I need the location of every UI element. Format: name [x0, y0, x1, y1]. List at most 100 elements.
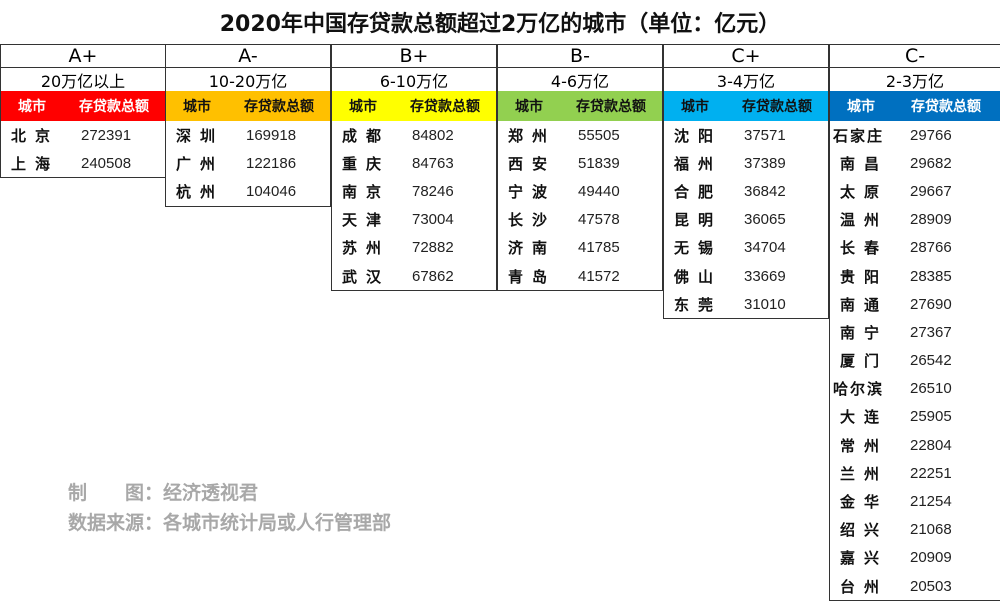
header-city: 城市 — [847, 99, 875, 115]
city-total: 27690 — [910, 295, 952, 313]
table-row: 天津 73004 — [332, 206, 496, 234]
header-total: 存贷款总额 — [911, 99, 981, 115]
table-row: 南宁 27367 — [830, 318, 1000, 346]
city-total: 78246 — [412, 182, 454, 200]
header-city: 城市 — [349, 99, 377, 115]
grade-label: C- — [830, 45, 1000, 68]
city-name: 哈尔滨 — [833, 380, 885, 399]
city-total: 34704 — [744, 239, 786, 257]
header-total: 存贷款总额 — [244, 99, 314, 115]
grade-label: A- — [166, 45, 330, 68]
table-row: 广州 122186 — [166, 149, 330, 177]
city-total: 28909 — [910, 211, 952, 229]
city-total: 21068 — [910, 521, 952, 539]
city-total: 28385 — [910, 267, 952, 285]
city-total: 122186 — [246, 154, 297, 172]
table-row: 温州 28909 — [830, 206, 1000, 234]
table-row: 常州 22804 — [830, 431, 1000, 459]
grade-group-bplus: B+ 6-10万亿 城市 存贷款总额 成都 84802 重庆 84763 南京 78246 天津 73… — [331, 45, 497, 292]
grade-label: B+ — [332, 45, 496, 68]
city-total: 26542 — [910, 352, 952, 370]
city-total: 28766 — [910, 239, 952, 257]
grade-label: B- — [498, 45, 662, 68]
grade-group-cplus: C+ 3-4万亿 城市 存贷款总额 沈阳 37571 福州 37389 合肥 36842 昆明 360… — [663, 45, 829, 320]
table-row: 太原 29667 — [830, 177, 1000, 205]
table-row: 济南 41785 — [498, 234, 662, 262]
header-total: 存贷款总额 — [742, 99, 812, 115]
city-total: 37571 — [744, 126, 786, 144]
table-row: 大连 25905 — [830, 403, 1000, 431]
table-row: 沈阳 37571 — [664, 121, 828, 149]
city-total: 55505 — [578, 126, 620, 144]
city-name: 兰州 — [840, 464, 889, 483]
city-total: 26510 — [910, 380, 952, 398]
city-name: 沈阳 — [674, 126, 723, 145]
table-row: 金华 21254 — [830, 487, 1000, 515]
table-row: 福州 37389 — [664, 149, 828, 177]
city-total: 22251 — [910, 464, 952, 482]
city-name: 嘉兴 — [840, 549, 889, 568]
city-total: 29682 — [910, 154, 952, 172]
city-total: 51839 — [578, 154, 620, 172]
column-header: 城市 存贷款总额 — [1, 91, 165, 121]
header-city: 城市 — [515, 99, 543, 115]
credit-maker: 制 图：经济透视君 — [68, 482, 259, 504]
table-row: 长沙 47578 — [498, 206, 662, 234]
city-total: 104046 — [246, 182, 297, 200]
city-total: 27367 — [910, 323, 952, 341]
city-name: 成都 — [342, 126, 391, 145]
table-row: 佛山 33669 — [664, 262, 828, 290]
grade-label: A+ — [1, 45, 165, 68]
city-total: 36065 — [744, 211, 786, 229]
city-name: 佛山 — [674, 267, 723, 286]
city-total: 84802 — [412, 126, 454, 144]
column-header: 城市 存贷款总额 — [664, 91, 828, 121]
city-total: 272391 — [81, 126, 132, 144]
city-name: 厦门 — [840, 352, 889, 371]
city-name: 贵阳 — [840, 267, 889, 286]
table-row: 台州 20503 — [830, 572, 1000, 600]
city-total: 84763 — [412, 154, 454, 172]
city-total: 41572 — [578, 267, 620, 285]
city-name: 南通 — [840, 295, 889, 314]
city-name: 南昌 — [840, 154, 889, 173]
city-name: 无锡 — [674, 239, 723, 258]
header-city: 城市 — [681, 99, 709, 115]
table-row: 哈尔滨 26510 — [830, 375, 1000, 403]
city-name: 昆明 — [674, 211, 723, 230]
city-total: 31010 — [744, 295, 786, 313]
table-row: 南京 78246 — [332, 177, 496, 205]
table-row: 石家庄 29766 — [830, 121, 1000, 149]
city-name: 石家庄 — [833, 126, 885, 145]
table-row: 深圳 169918 — [166, 121, 330, 149]
city-total: 21254 — [910, 493, 952, 511]
city-name: 郑州 — [508, 126, 557, 145]
city-total: 37389 — [744, 154, 786, 172]
city-name: 上海 — [11, 154, 60, 173]
column-header: 城市 存贷款总额 — [498, 91, 662, 121]
city-name: 合肥 — [674, 182, 723, 201]
city-name: 温州 — [840, 211, 889, 230]
table-row: 嘉兴 20909 — [830, 544, 1000, 572]
city-name: 西安 — [508, 154, 557, 173]
table-row: 无锡 34704 — [664, 234, 828, 262]
city-name: 青岛 — [508, 267, 557, 286]
city-total: 240508 — [81, 154, 132, 172]
table-row: 长春 28766 — [830, 234, 1000, 262]
credit-source: 数据来源：各城市统计局或人行管理部 — [68, 512, 392, 534]
header-total: 存贷款总额 — [79, 99, 149, 115]
range-label: 10-20万亿 — [208, 71, 288, 91]
city-total: 33669 — [744, 267, 786, 285]
table-row: 兰州 22251 — [830, 459, 1000, 487]
table-row: 上海 240508 — [1, 149, 165, 177]
city-total: 47578 — [578, 211, 620, 229]
city-name: 金华 — [840, 493, 889, 512]
table-row: 南通 27690 — [830, 290, 1000, 318]
city-name: 南京 — [342, 182, 391, 201]
header-total: 存贷款总额 — [576, 99, 646, 115]
city-total: 49440 — [578, 182, 620, 200]
city-total: 29766 — [910, 126, 952, 144]
city-name: 南宁 — [840, 323, 889, 342]
range-label: 3-4万亿 — [716, 71, 776, 91]
range-label: 6-10万亿 — [379, 71, 449, 91]
